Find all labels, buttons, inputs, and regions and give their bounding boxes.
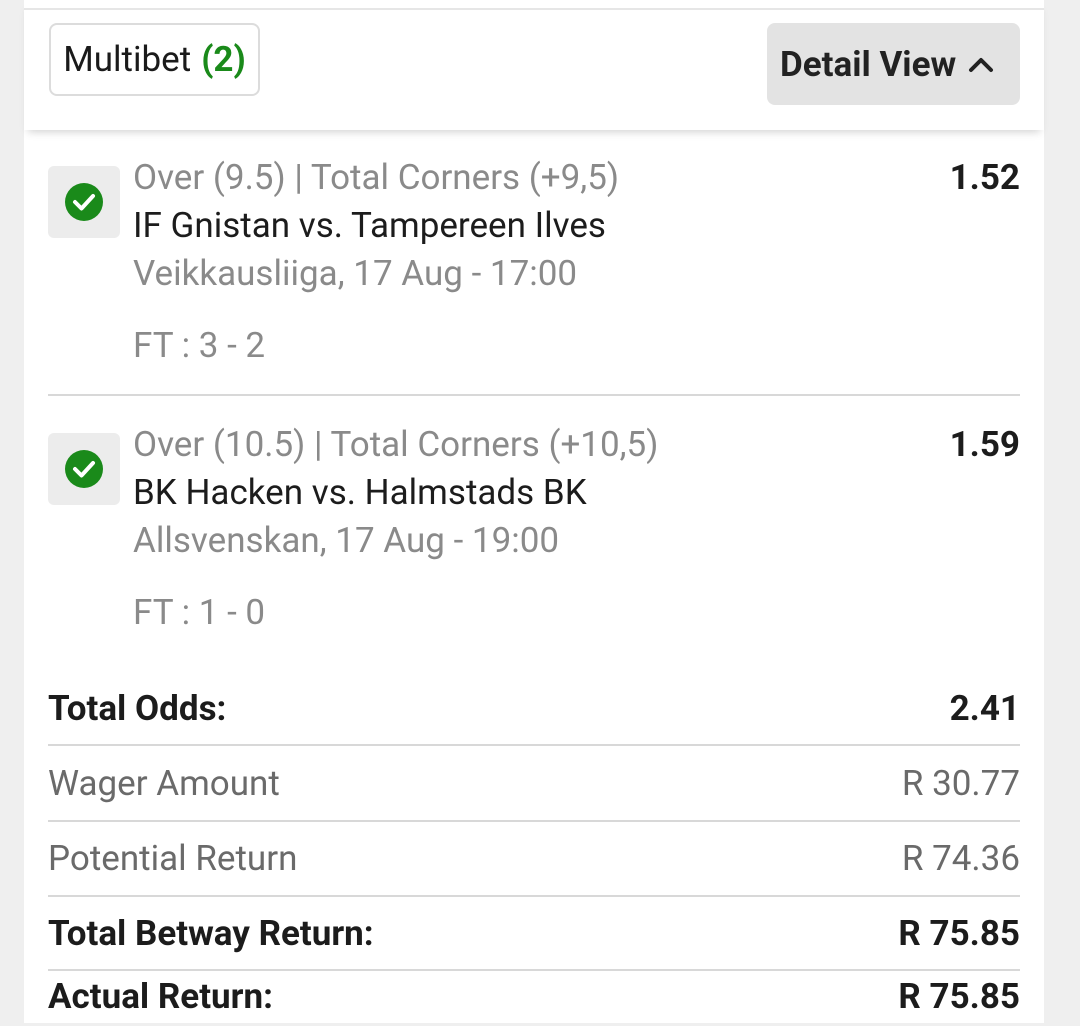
detail-view-button[interactable]: Detail View [767, 23, 1020, 105]
divider [48, 895, 1020, 897]
total-odds-label: Total Odds: [48, 687, 227, 729]
bet-odds: 1.52 [949, 157, 1020, 198]
divider [24, 8, 1044, 10]
actual-return-row: Actual Return: R 75.85 [48, 966, 1020, 1026]
bet-status [48, 166, 120, 238]
wager-amount-row: Wager Amount R 30.77 [48, 753, 1020, 813]
chevron-up-icon [969, 58, 994, 72]
total-odds-value: 2.41 [949, 687, 1020, 729]
wager-amount-value: R 30.77 [901, 762, 1020, 804]
check-circle-icon [65, 183, 103, 221]
bet-market: Over (10.5) | Total Corners (+10,5) [133, 424, 659, 465]
potential-return-row: Potential Return R 74.36 [48, 828, 1020, 888]
betslip-card: Multibet (2) Detail View Over (9.5) | To… [24, 0, 1044, 1023]
betway-return-value: R 75.85 [898, 912, 1020, 954]
bet-league-time: Allsvenskan, 17 Aug - 19:00 [133, 520, 560, 561]
potential-return-label: Potential Return [48, 837, 298, 879]
divider [48, 744, 1020, 746]
divider [48, 820, 1020, 822]
bet-status [48, 433, 120, 505]
betway-return-label: Total Betway Return: [48, 912, 374, 954]
actual-return-label: Actual Return: [48, 975, 273, 1017]
multibet-label: Multibet [63, 39, 192, 80]
potential-return-value: R 74.36 [901, 837, 1020, 879]
bet-result: FT : 1 - 0 [133, 592, 266, 633]
total-odds-row: Total Odds: 2.41 [48, 678, 1020, 738]
divider [48, 394, 1020, 396]
bet-details: Over (9.5) | Total Corners (+9,5) IF Gni… [133, 154, 619, 370]
bet-market: Over (9.5) | Total Corners (+9,5) [133, 157, 620, 198]
bet-details: Over (10.5) | Total Corners (+10,5) BK H… [133, 421, 658, 637]
wager-amount-label: Wager Amount [48, 762, 280, 804]
bet-match: BK Hacken vs. Halmstads BK [133, 472, 587, 513]
bet-match: IF Gnistan vs. Tampereen Ilves [133, 205, 606, 246]
betslip-header: Multibet (2) Detail View [24, 0, 1044, 130]
bet-leg: Over (10.5) | Total Corners (+10,5) BK H… [48, 421, 1020, 641]
check-circle-icon [65, 450, 103, 488]
multibet-tab[interactable]: Multibet (2) [49, 23, 260, 96]
bet-result: FT : 3 - 2 [133, 325, 266, 366]
bet-league-time: Veikkausliiga, 17 Aug - 17:00 [133, 253, 578, 294]
bet-odds: 1.59 [949, 424, 1020, 465]
multibet-count: (2) [201, 39, 246, 80]
actual-return-value: R 75.85 [898, 975, 1020, 1017]
bet-leg: Over (9.5) | Total Corners (+9,5) IF Gni… [48, 154, 1020, 374]
detail-view-label: Detail View [780, 43, 957, 85]
betway-return-row: Total Betway Return: R 75.85 [48, 903, 1020, 963]
